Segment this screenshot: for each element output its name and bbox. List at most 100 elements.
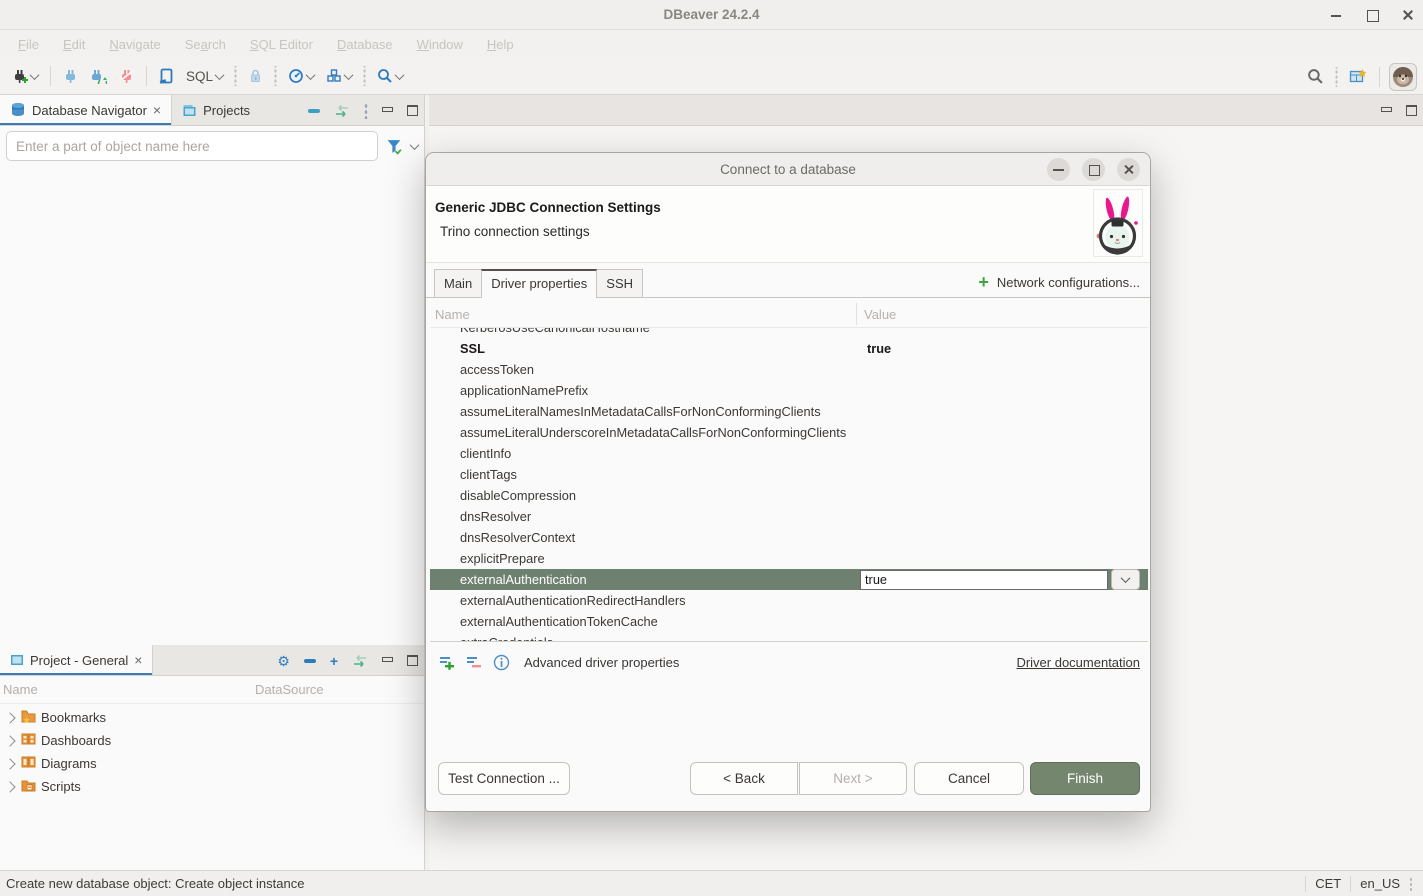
menu-item-edit[interactable]: Edit bbox=[53, 34, 95, 55]
transaction-lock-icon bbox=[248, 68, 263, 84]
value-dropdown-button[interactable] bbox=[1111, 569, 1140, 590]
property-row-externalAuthenticationRedirectHandlers[interactable]: externalAuthenticationRedirectHandlers bbox=[430, 590, 1148, 611]
search-objects-button[interactable] bbox=[374, 65, 406, 87]
remove-property-icon[interactable] bbox=[466, 655, 483, 670]
dialog-minimize-icon[interactable] bbox=[1047, 158, 1070, 181]
finish-button[interactable]: Finish bbox=[1030, 762, 1140, 795]
dialog-tab-main[interactable]: Main bbox=[434, 269, 482, 298]
panel-minimize-icon[interactable] bbox=[382, 107, 393, 115]
next-button[interactable]: Next > bbox=[799, 762, 907, 795]
tab-close-icon[interactable]: × bbox=[134, 653, 142, 667]
user-account-button[interactable] bbox=[1389, 63, 1417, 91]
timezone-indicator[interactable]: CET bbox=[1315, 876, 1341, 891]
tab-project-general[interactable]: Project - General × bbox=[0, 645, 153, 675]
property-row-extraCredentials[interactable]: extraCredentials bbox=[430, 632, 1148, 642]
window-minimize-icon[interactable] bbox=[1329, 8, 1343, 22]
tab-database-navigator[interactable]: Database Navigator × bbox=[0, 95, 172, 125]
collapse-icon[interactable] bbox=[304, 659, 316, 663]
tab-close-icon[interactable]: × bbox=[153, 103, 161, 117]
expand-chevron-icon[interactable] bbox=[4, 781, 15, 792]
cancel-button[interactable]: Cancel bbox=[914, 762, 1024, 795]
editor-minimize-icon[interactable] bbox=[1381, 107, 1392, 115]
column-value[interactable]: Value bbox=[856, 307, 896, 322]
link-editor-icon[interactable] bbox=[352, 655, 368, 667]
property-row-dnsResolver[interactable]: dnsResolver bbox=[430, 506, 1148, 527]
new-connection-button[interactable] bbox=[8, 65, 41, 88]
window-maximize-icon[interactable] bbox=[1365, 8, 1379, 22]
test-connection-button[interactable]: Test Connection ... bbox=[438, 762, 570, 795]
property-value-input[interactable] bbox=[860, 570, 1108, 590]
dialog-tab-ssh[interactable]: SSH bbox=[596, 269, 643, 298]
property-row-assumeLiteralNamesInMetadataCallsForNonConformingClients[interactable]: assumeLiteralNamesInMetadataCallsForNonC… bbox=[430, 401, 1148, 422]
app-titlebar: DBeaver 24.2.4 bbox=[0, 0, 1423, 30]
disconnect-button[interactable] bbox=[116, 65, 137, 87]
tab-projects[interactable]: Projects bbox=[172, 95, 260, 125]
tree-item-bookmarks[interactable]: Bookmarks bbox=[0, 706, 424, 729]
menu-item-file[interactable]: File bbox=[8, 34, 49, 55]
reconnect-button[interactable] bbox=[87, 65, 110, 87]
tree-item-diagrams[interactable]: Diagrams bbox=[0, 752, 424, 775]
dialog-tab-driver-properties[interactable]: Driver properties bbox=[481, 269, 597, 298]
property-name: disableCompression bbox=[430, 488, 860, 503]
dialog-maximize-icon[interactable] bbox=[1082, 158, 1105, 181]
property-row-KerberosUseCanonicalHostname[interactable]: KerberosUseCanonicalHostname bbox=[430, 328, 1148, 338]
property-row-clientTags[interactable]: clientTags bbox=[430, 464, 1148, 485]
editor-maximize-icon[interactable] bbox=[1406, 105, 1417, 116]
property-row-externalAuthenticationTokenCache[interactable]: externalAuthenticationTokenCache bbox=[430, 611, 1148, 632]
filter-chevron-icon[interactable] bbox=[410, 140, 420, 150]
menu-item-database[interactable]: Database bbox=[327, 34, 403, 55]
property-row-explicitPrepare[interactable]: explicitPrepare bbox=[430, 548, 1148, 569]
window-close-icon[interactable] bbox=[1401, 8, 1415, 22]
panel-maximize-icon[interactable] bbox=[407, 655, 418, 666]
expand-chevron-icon[interactable] bbox=[4, 758, 15, 769]
connect-button[interactable] bbox=[60, 65, 81, 87]
network-configurations-button[interactable]: + Network configurations... bbox=[978, 273, 1140, 291]
property-row-accessToken[interactable]: accessToken bbox=[430, 359, 1148, 380]
filter-funnel-icon[interactable] bbox=[386, 138, 403, 155]
settings-gear-icon[interactable]: ⚙ bbox=[277, 654, 290, 668]
add-property-icon[interactable] bbox=[439, 655, 456, 670]
property-row-dnsResolverContext[interactable]: dnsResolverContext bbox=[430, 527, 1148, 548]
panel-minimize-icon[interactable] bbox=[382, 657, 393, 665]
column-name[interactable]: Name bbox=[0, 682, 255, 697]
bookmarks-folder-icon bbox=[21, 709, 36, 726]
dashboard-button[interactable] bbox=[285, 65, 317, 87]
dialog-titlebar[interactable]: Connect to a database bbox=[426, 153, 1150, 186]
driver-documentation-link[interactable]: Driver documentation bbox=[1016, 655, 1140, 670]
expand-chevron-icon[interactable] bbox=[4, 735, 15, 746]
new-view-button[interactable] bbox=[1346, 65, 1370, 88]
property-row-disableCompression[interactable]: disableCompression bbox=[430, 485, 1148, 506]
property-name: externalAuthentication bbox=[430, 572, 860, 587]
global-search-button[interactable] bbox=[1304, 65, 1327, 88]
link-editor-icon[interactable] bbox=[334, 105, 350, 117]
back-button[interactable]: < Back bbox=[690, 762, 798, 795]
collapse-all-icon[interactable] bbox=[308, 109, 320, 113]
object-filter-input[interactable] bbox=[6, 131, 378, 161]
column-name[interactable]: Name bbox=[430, 307, 856, 322]
new-sql-editor-button[interactable] bbox=[156, 65, 177, 88]
diagrams-icon bbox=[21, 755, 36, 772]
panel-maximize-icon[interactable] bbox=[407, 105, 418, 116]
dialog-close-icon[interactable] bbox=[1117, 158, 1140, 181]
locale-indicator[interactable]: en_US bbox=[1360, 876, 1400, 891]
transaction-mode-button[interactable] bbox=[245, 65, 266, 87]
view-menu-grip-icon[interactable] bbox=[364, 103, 368, 119]
property-name: explicitPrepare bbox=[430, 551, 860, 566]
menu-item-navigate[interactable]: Navigate bbox=[99, 34, 170, 55]
menu-item-window[interactable]: Window bbox=[407, 34, 473, 55]
expand-chevron-icon[interactable] bbox=[4, 712, 15, 723]
menu-item-search[interactable]: Search bbox=[175, 34, 236, 55]
menu-item-sql-editor[interactable]: SQL Editor bbox=[240, 34, 323, 55]
property-row-externalAuthentication[interactable]: externalAuthentication bbox=[430, 569, 1148, 590]
property-row-clientInfo[interactable]: clientInfo bbox=[430, 443, 1148, 464]
data-transfer-button[interactable] bbox=[323, 65, 355, 87]
column-datasource[interactable]: DataSource bbox=[255, 682, 324, 697]
sql-dropdown-button[interactable]: SQL bbox=[183, 66, 226, 87]
property-row-applicationNamePrefix[interactable]: applicationNamePrefix bbox=[430, 380, 1148, 401]
property-row-SSL[interactable]: SSLtrue bbox=[430, 338, 1148, 359]
menu-item-help[interactable]: Help bbox=[477, 34, 524, 55]
tree-item-scripts[interactable]: Scripts bbox=[0, 775, 424, 798]
expand-plus-icon[interactable]: + bbox=[330, 654, 338, 668]
tree-item-dashboards[interactable]: Dashboards bbox=[0, 729, 424, 752]
property-row-assumeLiteralUnderscoreInMetadataCallsForNonConformingClients[interactable]: assumeLiteralUnderscoreInMetadataCallsFo… bbox=[430, 422, 1148, 443]
